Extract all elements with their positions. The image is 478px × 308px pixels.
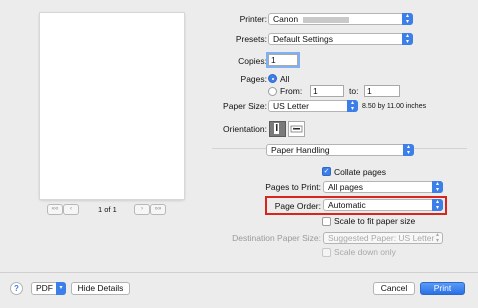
pages-from-label: From:: [280, 86, 303, 96]
section-popup[interactable]: Paper Handling ▴ ▾: [266, 144, 414, 156]
paper-size-value: US Letter: [273, 101, 309, 111]
last-page-button[interactable]: »»: [150, 204, 166, 215]
chevron-updown-icon: ▴ ▾: [432, 181, 443, 193]
collate-checkbox[interactable]: ✓: [322, 167, 331, 176]
printer-name-redacted: [303, 16, 350, 23]
pages-all-radio[interactable]: [268, 74, 277, 83]
presets-label: Presets:: [235, 34, 267, 44]
pages-label: Pages:: [240, 74, 267, 84]
next-page-button[interactable]: ›: [134, 204, 150, 215]
scale-down-label: Scale down only: [334, 247, 396, 257]
paper-size-dimensions: 8.50 by 11.00 inches: [362, 103, 427, 110]
pages-to-input[interactable]: 1: [364, 85, 400, 97]
page-preview: [40, 13, 184, 199]
printer-value: Canon: [273, 14, 299, 24]
copies-input[interactable]: 1: [268, 54, 298, 66]
help-button[interactable]: ?: [10, 282, 23, 295]
orientation-landscape-button[interactable]: [288, 121, 305, 137]
destination-paper-popup[interactable]: Suggested Paper: US Letter ▴ ▾: [323, 232, 443, 244]
page-order-label: Page Order:: [274, 201, 321, 211]
help-icon: ?: [14, 284, 19, 293]
orientation-portrait-button[interactable]: [269, 121, 286, 137]
presets-popup[interactable]: Default Settings ▴ ▾: [268, 33, 413, 45]
pages-to-print-popup[interactable]: All pages ▴ ▾: [323, 181, 443, 193]
scale-to-fit-label: Scale to fit paper size: [334, 216, 416, 226]
hide-details-button[interactable]: Hide Details: [71, 282, 130, 295]
printer-label: Printer:: [239, 14, 267, 24]
page-order-value: Automatic: [328, 200, 366, 210]
pages-to-print-value: All pages: [328, 182, 363, 192]
pages-from-input[interactable]: 1: [310, 85, 344, 97]
chevron-down-icon: ▾: [56, 282, 66, 295]
print-button[interactable]: Print: [420, 282, 465, 295]
paper-size-label: Paper Size:: [223, 101, 267, 111]
page-indicator: 1 of 1: [98, 205, 117, 214]
first-page-button[interactable]: ««: [47, 204, 63, 215]
pages-to-label: to:: [349, 86, 359, 96]
section-value: Paper Handling: [271, 145, 330, 155]
presets-value: Default Settings: [273, 34, 334, 44]
destination-paper-label: Destination Paper Size:: [232, 233, 321, 243]
chevron-updown-icon: ▴ ▾: [435, 232, 439, 244]
pdf-menu-button[interactable]: PDF ▾: [31, 282, 66, 295]
pages-all-label: All: [280, 74, 290, 84]
scale-down-checkbox[interactable]: [322, 248, 331, 257]
cancel-button[interactable]: Cancel: [373, 282, 415, 295]
chevron-updown-icon: ▴ ▾: [402, 33, 413, 45]
orientation-label: Orientation:: [223, 124, 267, 134]
copies-label: Copies:: [238, 56, 267, 66]
destination-paper-value: Suggested Paper: US Letter: [328, 233, 435, 243]
portrait-icon: [274, 123, 279, 134]
pages-to-print-label: Pages to Print:: [265, 182, 321, 192]
footer-divider: [0, 272, 478, 273]
printer-popup[interactable]: Canon ▴ ▾: [268, 13, 413, 25]
scale-to-fit-checkbox[interactable]: [322, 217, 331, 226]
page-order-popup[interactable]: Automatic ▴ ▾: [323, 199, 443, 211]
landscape-icon: [290, 125, 303, 133]
collate-label: Collate pages: [334, 167, 386, 177]
pages-from-radio[interactable]: [268, 87, 277, 96]
chevron-updown-icon: ▴ ▾: [347, 100, 358, 112]
paper-size-popup[interactable]: US Letter ▴ ▾: [268, 100, 358, 112]
chevron-updown-icon: ▴ ▾: [403, 144, 414, 156]
pdf-label: PDF: [36, 283, 53, 293]
chevron-updown-icon: ▴ ▾: [432, 199, 443, 211]
chevron-updown-icon: ▴ ▾: [402, 13, 413, 25]
previous-page-button[interactable]: ‹: [63, 204, 79, 215]
